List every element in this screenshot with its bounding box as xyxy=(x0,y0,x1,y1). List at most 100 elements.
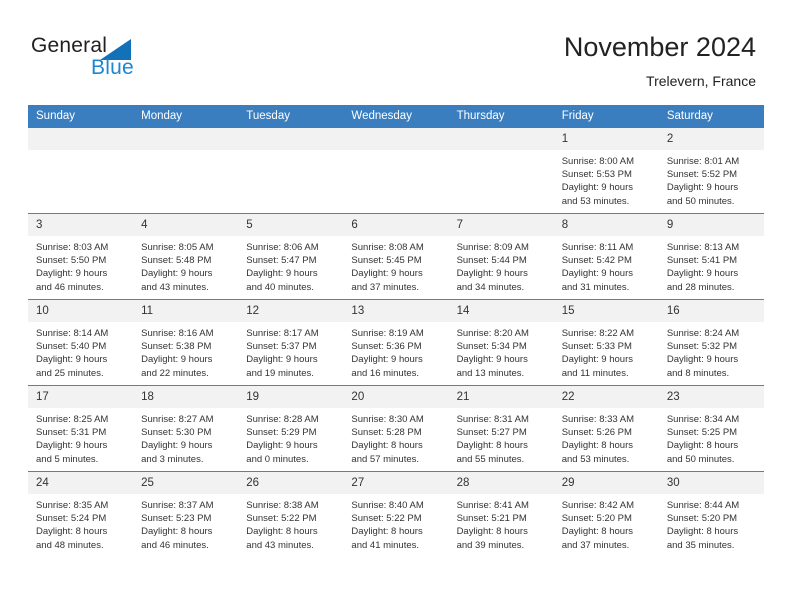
calendar-day-cell[interactable]: 30 Sunrise: 8:44 AM Sunset: 5:20 PM Dayligh… xyxy=(658,471,764,557)
day-number: 19 xyxy=(238,386,344,408)
calendar-header-row: Sunday Monday Tuesday Wednesday Thursday… xyxy=(28,105,764,128)
calendar-day-cell[interactable]: 19 Sunrise: 8:28 AM Sunset: 5:29 PM Dayligh… xyxy=(238,385,344,472)
weekday-header-sunday: Sunday xyxy=(28,105,134,128)
day-number: 26 xyxy=(238,472,344,494)
day-detail-line: Sunrise: 8:24 AM xyxy=(666,328,740,339)
calendar-day-cell[interactable]: 12 Sunrise: 8:17 AM Sunset: 5:37 PM Dayligh… xyxy=(238,299,344,386)
calendar-day-cell[interactable]: 2 Sunrise: 8:01 AM Sunset: 5:52 PM Daylight… xyxy=(658,128,764,214)
day-details: Sunrise: 8:19 AM Sunset: 5:36 PM Daylight:… xyxy=(343,322,448,380)
day-details: Sunrise: 8:22 AM Sunset: 5:33 PM Daylight:… xyxy=(554,322,659,380)
title-block: November 2024 Trelevern, France xyxy=(564,30,756,90)
day-detail-line: and 28 minutes. xyxy=(666,281,735,293)
calendar-day-cell[interactable]: 8 Sunrise: 8:11 AM Sunset: 5:42 PM Daylight… xyxy=(553,213,659,300)
day-detail-line: Sunrise: 8:08 AM xyxy=(351,242,424,253)
day-detail-line: and 0 minutes. xyxy=(246,453,309,465)
day-detail-line: Sunset: 5:47 PM xyxy=(246,255,317,267)
day-detail-line: Daylight: 9 hours xyxy=(246,440,318,452)
day-detail-line: Sunrise: 8:33 AM xyxy=(561,414,635,425)
calendar-week-row: 3 Sunrise: 8:03 AM Sunset: 5:50 PM Daylight… xyxy=(28,213,764,300)
day-detail-line: Daylight: 8 hours xyxy=(561,440,633,452)
day-detail-line: Sunset: 5:36 PM xyxy=(351,341,422,353)
calendar-day-cell[interactable]: 13 Sunrise: 8:19 AM Sunset: 5:36 PM Dayligh… xyxy=(343,299,449,386)
calendar-day-cell[interactable]: 10 Sunrise: 8:14 AM Sunset: 5:40 PM Dayligh… xyxy=(28,299,134,386)
day-detail-line: Sunset: 5:41 PM xyxy=(666,255,738,267)
calendar-day-cell[interactable]: 27 Sunrise: 8:40 AM Sunset: 5:22 PM Dayligh… xyxy=(343,471,449,557)
day-details: Sunrise: 8:13 AM Sunset: 5:41 PM Daylight:… xyxy=(659,236,764,294)
day-details: Sunrise: 8:11 AM Sunset: 5:42 PM Daylight:… xyxy=(554,236,659,294)
calendar-day-cell[interactable]: 6 Sunrise: 8:08 AM Sunset: 5:45 PM Daylight… xyxy=(343,213,449,300)
weekday-header-friday: Friday xyxy=(553,105,659,128)
weekday-header-tuesday: Tuesday xyxy=(238,105,344,128)
page-title: November 2024 xyxy=(563,32,756,62)
calendar-day-cell-empty xyxy=(133,128,239,214)
day-detail-line: and 37 minutes. xyxy=(351,281,420,293)
day-number: 15 xyxy=(553,300,659,322)
day-number: 3 xyxy=(28,214,134,236)
day-detail-line: Sunrise: 8:37 AM xyxy=(141,500,214,511)
calendar-day-cell[interactable]: 26 Sunrise: 8:38 AM Sunset: 5:22 PM Dayligh… xyxy=(238,471,344,557)
day-detail-line: Sunset: 5:38 PM xyxy=(141,341,212,353)
day-detail-line: Daylight: 9 hours xyxy=(36,354,108,366)
calendar-day-cell[interactable]: 1 Sunrise: 8:00 AM Sunset: 5:53 PM Daylight… xyxy=(553,128,659,214)
calendar-day-cell[interactable]: 4 Sunrise: 8:05 AM Sunset: 5:48 PM Daylight… xyxy=(133,213,239,300)
calendar-day-cell[interactable]: 24 Sunrise: 8:35 AM Sunset: 5:24 PM Dayligh… xyxy=(28,471,134,557)
day-number: 20 xyxy=(343,386,449,408)
day-detail-line: and 34 minutes. xyxy=(456,281,525,293)
calendar-day-cell[interactable]: 25 Sunrise: 8:37 AM Sunset: 5:23 PM Dayligh… xyxy=(133,471,239,557)
day-detail-line: Daylight: 9 hours xyxy=(666,182,739,194)
day-detail-line: Sunset: 5:32 PM xyxy=(666,341,738,353)
day-number: 29 xyxy=(553,472,659,494)
day-detail-line: and 5 minutes. xyxy=(36,453,99,465)
calendar-day-cell[interactable]: 18 Sunrise: 8:27 AM Sunset: 5:30 PM Dayligh… xyxy=(133,385,239,472)
day-number: 22 xyxy=(553,386,659,408)
calendar-day-cell[interactable]: 23 Sunrise: 8:34 AM Sunset: 5:25 PM Dayligh… xyxy=(658,385,764,472)
calendar-day-cell[interactable]: 5 Sunrise: 8:06 AM Sunset: 5:47 PM Daylight… xyxy=(238,213,344,300)
day-detail-line: and 13 minutes. xyxy=(456,367,525,379)
day-detail-line: Sunset: 5:21 PM xyxy=(456,513,527,525)
day-number xyxy=(133,128,239,150)
calendar-day-cell[interactable]: 22 Sunrise: 8:33 AM Sunset: 5:26 PM Dayligh… xyxy=(553,385,659,472)
calendar-day-cell[interactable]: 17 Sunrise: 8:25 AM Sunset: 5:31 PM Dayligh… xyxy=(28,385,134,472)
day-detail-line: Sunrise: 8:11 AM xyxy=(561,242,634,253)
calendar-day-cell[interactable]: 3 Sunrise: 8:03 AM Sunset: 5:50 PM Daylight… xyxy=(28,213,134,300)
day-detail-line: and 41 minutes. xyxy=(351,539,420,551)
day-detail-line: Sunrise: 8:13 AM xyxy=(666,242,740,253)
calendar-day-cell[interactable]: 28 Sunrise: 8:41 AM Sunset: 5:21 PM Dayligh… xyxy=(448,471,554,557)
day-detail-line: Daylight: 8 hours xyxy=(351,526,423,538)
calendar-day-cell[interactable]: 29 Sunrise: 8:42 AM Sunset: 5:20 PM Dayligh… xyxy=(553,471,659,557)
calendar-day-cell[interactable]: 11 Sunrise: 8:16 AM Sunset: 5:38 PM Dayligh… xyxy=(133,299,239,386)
day-number: 17 xyxy=(28,386,134,408)
calendar-day-cell[interactable]: 15 Sunrise: 8:22 AM Sunset: 5:33 PM Dayligh… xyxy=(553,299,659,386)
day-details: Sunrise: 8:14 AM Sunset: 5:40 PM Daylight:… xyxy=(28,322,133,380)
day-detail-line: Daylight: 9 hours xyxy=(351,354,423,366)
general-blue-logo[interactable]: General Blue xyxy=(31,34,261,82)
calendar-day-cell-empty xyxy=(28,128,134,214)
calendar-day-cell[interactable]: 9 Sunrise: 8:13 AM Sunset: 5:41 PM Daylight… xyxy=(658,213,764,300)
day-detail-line: Daylight: 8 hours xyxy=(666,440,739,452)
calendar-day-cell[interactable]: 20 Sunrise: 8:30 AM Sunset: 5:28 PM Dayligh… xyxy=(343,385,449,472)
weekday-header-thursday: Thursday xyxy=(448,105,554,128)
day-detail-line: Daylight: 9 hours xyxy=(456,268,528,280)
day-detail-line: Sunrise: 8:09 AM xyxy=(456,242,529,253)
day-details: Sunrise: 8:31 AM Sunset: 5:27 PM Daylight:… xyxy=(449,408,554,466)
day-detail-line: Sunset: 5:22 PM xyxy=(246,513,317,525)
day-detail-line: Sunset: 5:26 PM xyxy=(561,427,632,439)
day-detail-line: and 55 minutes. xyxy=(456,453,525,465)
day-detail-line: Sunset: 5:20 PM xyxy=(666,513,738,525)
calendar-grid: Sunday Monday Tuesday Wednesday Thursday… xyxy=(28,105,764,557)
calendar-day-cell[interactable]: 7 Sunrise: 8:09 AM Sunset: 5:44 PM Daylight… xyxy=(448,213,554,300)
day-detail-line: and 25 minutes. xyxy=(36,367,104,379)
day-detail-line: and 53 minutes. xyxy=(561,453,630,465)
calendar-day-cell[interactable]: 21 Sunrise: 8:31 AM Sunset: 5:27 PM Dayligh… xyxy=(448,385,554,472)
day-number: 30 xyxy=(658,472,764,494)
calendar-page: General Blue November 2024 Trelevern, Fr… xyxy=(0,0,792,612)
day-detail-line: and 43 minutes. xyxy=(246,539,314,551)
calendar-day-cell[interactable]: 16 Sunrise: 8:24 AM Sunset: 5:32 PM Dayligh… xyxy=(658,299,764,386)
day-number xyxy=(238,128,344,150)
location-subtitle: Trelevern, France xyxy=(646,73,756,89)
day-detail-line: Sunrise: 8:14 AM xyxy=(36,328,109,339)
day-detail-line: Sunrise: 8:28 AM xyxy=(246,414,319,425)
day-detail-line: Sunrise: 8:27 AM xyxy=(141,414,214,425)
day-detail-line: Sunrise: 8:31 AM xyxy=(456,414,529,425)
calendar-day-cell[interactable]: 14 Sunrise: 8:20 AM Sunset: 5:34 PM Dayligh… xyxy=(448,299,554,386)
